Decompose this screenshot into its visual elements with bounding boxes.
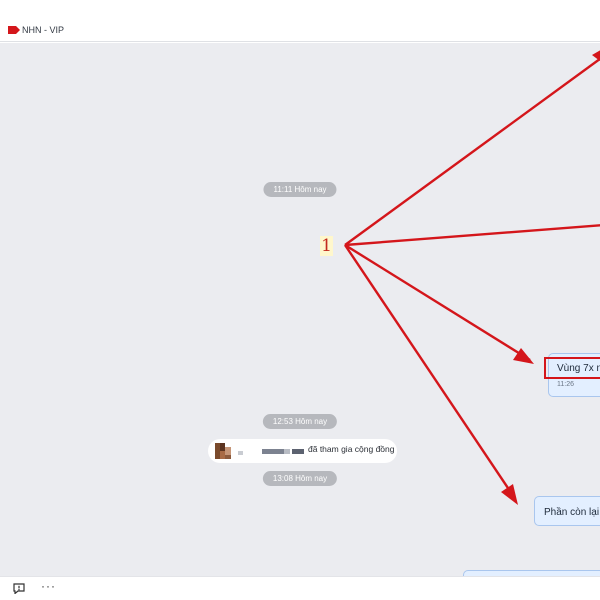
message-text: Phần còn lại c — [544, 507, 600, 518]
join-notice: đã tham gia cộng đồng — [208, 439, 397, 463]
chat-area[interactable]: 11:11 Hôm nay 12:53 Hôm nay 13:08 Hôm na… — [0, 43, 600, 576]
annotation-label: 1 — [320, 236, 333, 256]
notice-text: đã tham gia cộng đồng — [308, 444, 395, 454]
avatar[interactable] — [215, 443, 231, 459]
quote-icon[interactable] — [13, 583, 25, 594]
bottom-toolbar: ··· — [0, 576, 600, 600]
highlight-box — [544, 357, 600, 379]
chat-header: NHN - VIP — [0, 0, 600, 42]
group-name[interactable]: NHN - VIP — [22, 25, 64, 35]
time-stamp: 12:53 Hôm nay — [262, 414, 338, 429]
tag-icon — [8, 26, 20, 34]
message-time: 11:26 — [557, 381, 574, 388]
time-stamp: 13:08 Hôm nay — [262, 471, 338, 486]
blurred-username — [238, 449, 304, 455]
more-icon[interactable]: ··· — [41, 579, 56, 593]
time-stamp: 11:11 Hôm nay — [263, 182, 337, 197]
message-bubble[interactable]: Phần còn lại c — [534, 496, 600, 526]
